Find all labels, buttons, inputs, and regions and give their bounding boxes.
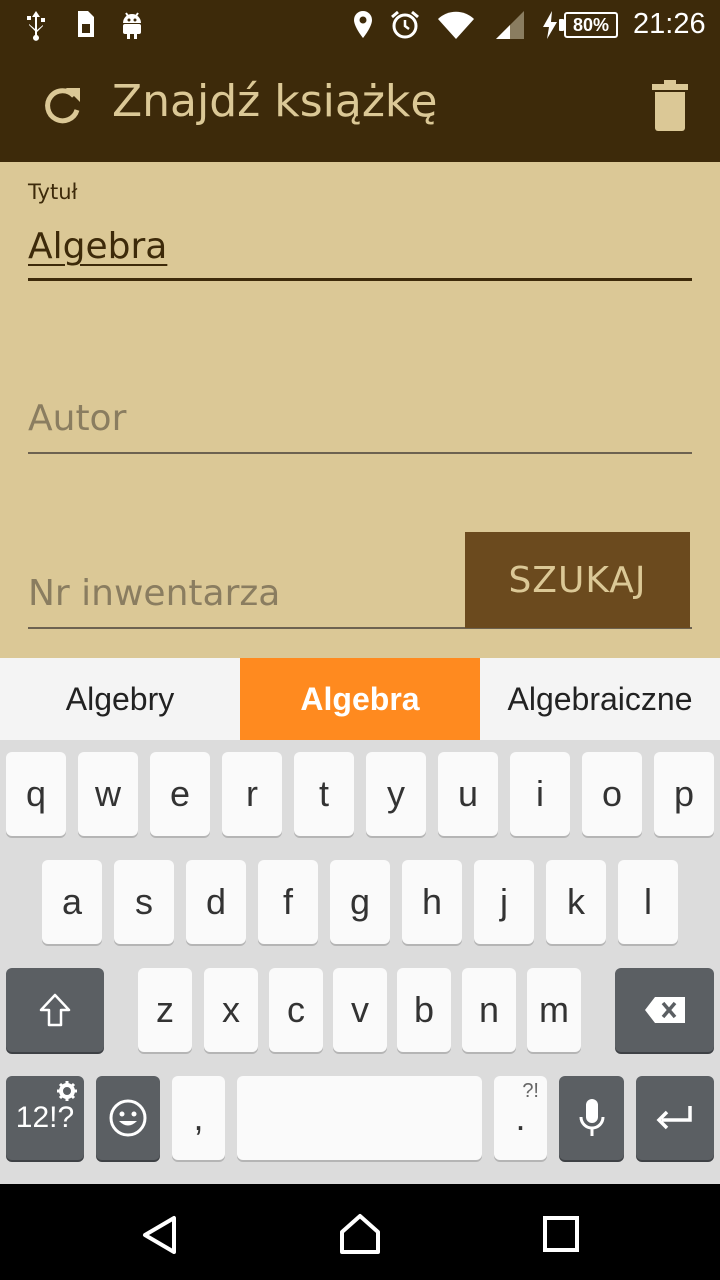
title-underline	[28, 278, 692, 281]
location-icon	[354, 11, 372, 38]
key-g[interactable]: g	[330, 860, 390, 944]
period-key-hint: ?!	[522, 1080, 539, 1102]
key-m[interactable]: m	[527, 968, 581, 1052]
key-r[interactable]: r	[222, 752, 282, 836]
enter-key[interactable]	[636, 1076, 714, 1160]
alarm-icon	[391, 10, 419, 39]
shift-icon	[39, 993, 71, 1027]
emoji-key[interactable]	[96, 1076, 160, 1160]
key-w[interactable]: w	[78, 752, 138, 836]
key-y[interactable]: y	[366, 752, 426, 836]
suggestion-strip: Algebry Algebra Algebraiczne	[0, 658, 720, 740]
period-key-label: .	[515, 1097, 526, 1138]
microphone-key[interactable]	[559, 1076, 624, 1160]
backspace-icon	[644, 997, 685, 1023]
key-v[interactable]: v	[333, 968, 387, 1052]
key-h[interactable]: h	[402, 860, 462, 944]
key-q[interactable]: q	[6, 752, 66, 836]
battery-indicator: 80%	[564, 12, 618, 38]
battery-level: 80%	[572, 15, 610, 35]
usb-icon	[27, 11, 45, 41]
app-bar: Znajdź książkę	[0, 50, 720, 162]
signal-icon	[496, 11, 524, 39]
shift-key[interactable]	[6, 968, 104, 1052]
microphone-icon	[579, 1099, 604, 1136]
enter-icon	[656, 1106, 692, 1130]
key-i[interactable]: i	[510, 752, 570, 836]
wifi-icon	[438, 11, 474, 39]
key-a[interactable]: a	[42, 860, 102, 944]
system-nav-bar	[0, 1184, 720, 1280]
key-k[interactable]: k	[546, 860, 606, 944]
inventory-number-input[interactable]: Nr inwentarza	[28, 573, 280, 614]
suggestion-item[interactable]: Algebraiczne	[480, 658, 720, 740]
back-icon[interactable]	[140, 1214, 178, 1256]
search-button[interactable]: SZUKAJ	[465, 532, 690, 628]
sim-card-icon	[78, 11, 94, 37]
title-input[interactable]: Algebra	[28, 226, 167, 267]
page-title: Znajdź książkę	[112, 76, 438, 127]
author-input[interactable]: Autor	[28, 398, 126, 439]
suggestion-item[interactable]: Algebry	[0, 658, 240, 740]
key-p[interactable]: p	[654, 752, 714, 836]
gear-icon	[57, 1081, 77, 1101]
symbols-key-label: 12!?	[15, 1101, 75, 1134]
refresh-icon[interactable]	[38, 82, 86, 130]
comma-key[interactable]: ,	[172, 1076, 225, 1160]
home-icon[interactable]	[338, 1212, 382, 1256]
key-d[interactable]: d	[186, 860, 246, 944]
suggestion-item-selected[interactable]: Algebra	[240, 658, 480, 740]
status-bar: 80% 21:26	[0, 0, 720, 50]
clock: 21:26	[633, 8, 706, 40]
key-o[interactable]: o	[582, 752, 642, 836]
title-label: Tytuł	[28, 180, 78, 204]
key-x[interactable]: x	[204, 968, 258, 1052]
backspace-key[interactable]	[615, 968, 714, 1052]
key-e[interactable]: e	[150, 752, 210, 836]
key-u[interactable]: u	[438, 752, 498, 836]
key-z[interactable]: z	[138, 968, 192, 1052]
key-n[interactable]: n	[462, 968, 516, 1052]
symbols-key[interactable]: 12!?	[6, 1076, 84, 1160]
soft-keyboard: q w e r t y u i o p a s d f g h j k l z …	[0, 740, 720, 1184]
key-l[interactable]: l	[618, 860, 678, 944]
key-t[interactable]: t	[294, 752, 354, 836]
author-underline	[28, 452, 692, 454]
emoji-icon	[109, 1099, 147, 1137]
charging-icon	[543, 11, 557, 39]
key-c[interactable]: c	[269, 968, 323, 1052]
space-bar[interactable]	[237, 1076, 482, 1160]
period-key[interactable]: . ?!	[494, 1076, 547, 1160]
key-j[interactable]: j	[474, 860, 534, 944]
key-f[interactable]: f	[258, 860, 318, 944]
key-s[interactable]: s	[114, 860, 174, 944]
recents-icon[interactable]	[541, 1214, 581, 1254]
android-icon	[123, 12, 141, 39]
trash-icon[interactable]	[650, 80, 690, 132]
key-b[interactable]: b	[397, 968, 451, 1052]
